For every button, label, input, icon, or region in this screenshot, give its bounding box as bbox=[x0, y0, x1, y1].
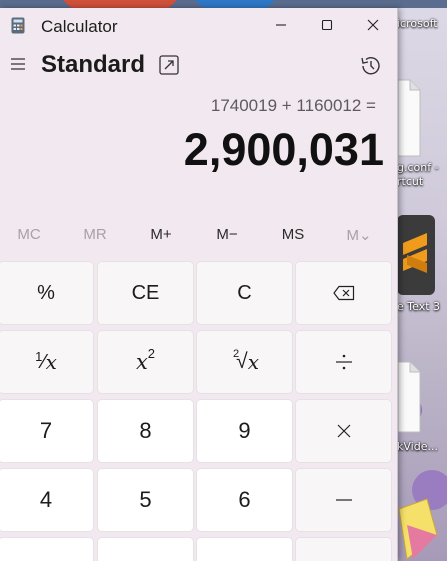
maximize-icon bbox=[321, 19, 333, 31]
hamburger-icon bbox=[11, 58, 25, 70]
digit-7-button[interactable]: 7 bbox=[0, 399, 94, 463]
mode-title: Standard bbox=[41, 51, 146, 78]
reciprocal-variable: x bbox=[45, 350, 57, 374]
digit-8-button[interactable]: 8 bbox=[97, 399, 194, 463]
desktop-file-icon[interactable] bbox=[397, 78, 422, 158]
digit-2-button[interactable] bbox=[97, 537, 194, 561]
add-button[interactable] bbox=[295, 537, 392, 561]
sublime-text-icon[interactable] bbox=[397, 215, 437, 295]
close-icon bbox=[367, 19, 379, 31]
desktop-label: g.conf - bbox=[397, 161, 439, 174]
divide-button[interactable] bbox=[295, 330, 392, 394]
clear-button[interactable]: C bbox=[196, 261, 293, 325]
minimize-icon bbox=[276, 24, 286, 26]
close-button[interactable] bbox=[350, 8, 396, 42]
history-button[interactable] bbox=[358, 53, 384, 79]
desktop-label: rtcut bbox=[397, 175, 424, 188]
digit-9-button[interactable]: 9 bbox=[196, 399, 293, 463]
multiply-icon bbox=[337, 424, 350, 438]
title-bar[interactable]: Calculator bbox=[0, 8, 397, 44]
digit-3-button[interactable] bbox=[196, 537, 293, 561]
digit-6-button[interactable]: 6 bbox=[196, 468, 293, 532]
multiply-button[interactable] bbox=[295, 399, 392, 463]
memory-list-button[interactable]: M⌄ bbox=[326, 226, 392, 244]
memory-subtract-button[interactable]: M− bbox=[194, 226, 260, 243]
root-index: 2 bbox=[233, 348, 240, 360]
result-display: 2,900,031 bbox=[183, 124, 384, 175]
clear-entry-button[interactable]: CE bbox=[97, 261, 194, 325]
memory-clear-button[interactable]: MC bbox=[0, 226, 62, 243]
percent-button[interactable]: % bbox=[0, 261, 94, 325]
keep-on-top-button[interactable] bbox=[158, 54, 180, 76]
maximize-button[interactable] bbox=[304, 8, 350, 42]
expression-display: 1740019 + 1160012 = bbox=[210, 96, 376, 115]
digit-1-button[interactable] bbox=[0, 537, 94, 561]
backspace-icon bbox=[332, 285, 354, 301]
calculator-app-icon bbox=[11, 17, 25, 34]
desktop-file-icon[interactable] bbox=[397, 360, 422, 434]
square-button[interactable]: x2 bbox=[97, 330, 194, 394]
keep-on-top-icon bbox=[159, 55, 179, 75]
reciprocal-button[interactable]: 1 ⁄ x bbox=[0, 330, 94, 394]
digit-5-button[interactable]: 5 bbox=[97, 468, 194, 532]
digit-4-button[interactable]: 4 bbox=[0, 468, 94, 532]
desktop-label: icrosoft bbox=[397, 17, 438, 30]
backspace-button[interactable] bbox=[295, 261, 392, 325]
memory-recall-button[interactable]: MR bbox=[62, 226, 128, 243]
subtract-button[interactable] bbox=[295, 468, 392, 532]
history-icon bbox=[361, 57, 380, 75]
root-variable: x bbox=[247, 350, 259, 374]
memory-store-button[interactable]: MS bbox=[260, 226, 326, 243]
window-title: Calculator bbox=[41, 17, 118, 36]
reciprocal-numerator: 1 bbox=[35, 348, 43, 364]
square-root-button[interactable]: 2 √ x bbox=[196, 330, 293, 394]
calculator-window: Calculator Standard 1740019 + 1160012 = … bbox=[0, 8, 398, 561]
desktop-label: kVide... bbox=[397, 440, 438, 453]
navigation-menu-button[interactable] bbox=[6, 52, 30, 76]
divide-icon bbox=[335, 354, 352, 370]
square-exponent: 2 bbox=[147, 345, 156, 361]
desktop-shortcut-icon[interactable] bbox=[397, 495, 447, 561]
desktop-label: e Text 3 bbox=[397, 300, 441, 313]
minus-icon bbox=[335, 499, 352, 501]
square-variable: x bbox=[135, 350, 148, 374]
memory-row: MC MR M+ M− MS M⌄ bbox=[0, 226, 397, 250]
memory-add-button[interactable]: M+ bbox=[128, 226, 194, 243]
minimize-button[interactable] bbox=[258, 8, 304, 42]
